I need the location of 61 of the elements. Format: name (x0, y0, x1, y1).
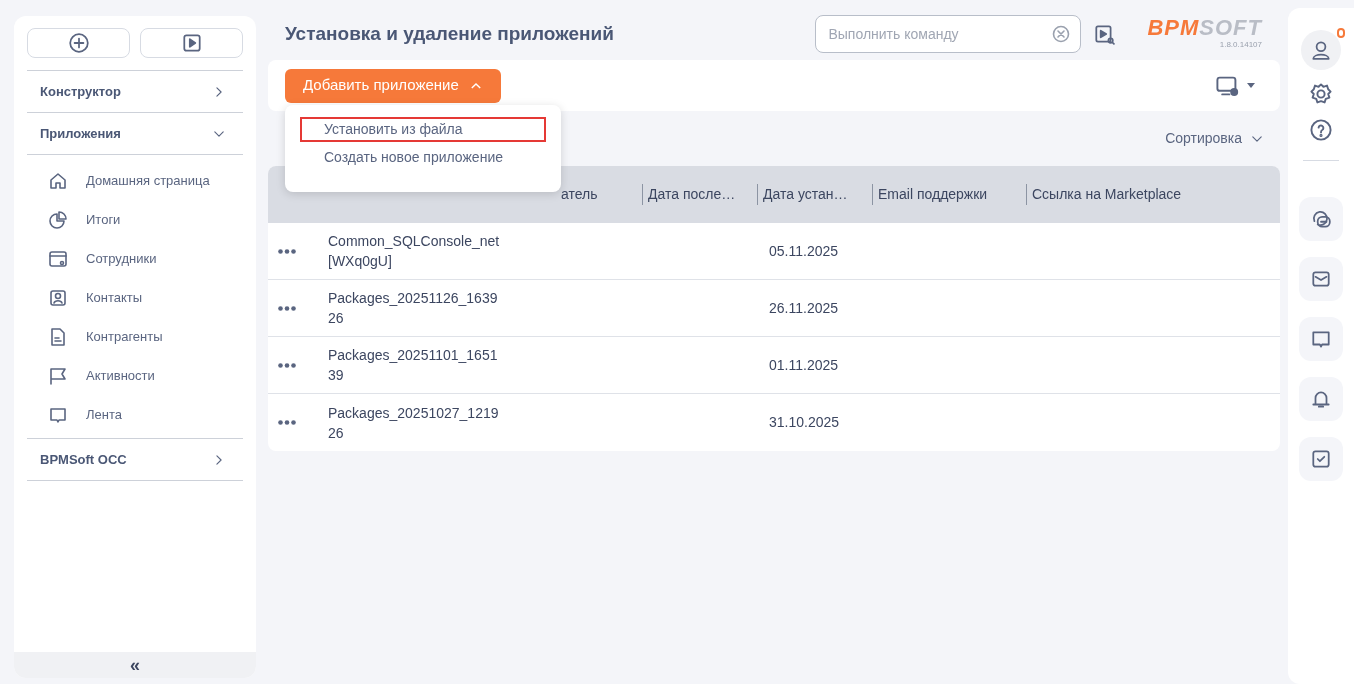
user-icon (1310, 39, 1332, 61)
version-text: 1.8.0.14107 (1219, 39, 1262, 51)
caret-icon (1247, 83, 1255, 88)
mail-button[interactable] (1299, 257, 1343, 301)
sidebar-section[interactable]: Конструктор (27, 71, 243, 113)
contact-card-icon (48, 287, 68, 308)
table-cell-text: Packages_20251126_1639 26 (328, 289, 498, 328)
checkbox-icon (1310, 448, 1332, 470)
more-icon (278, 362, 296, 368)
sort-button[interactable]: Сортировка (1165, 128, 1264, 149)
table-cell-text: 05.11.2025 (768, 241, 839, 261)
nav-item[interactable]: Контакты (27, 278, 243, 317)
column-header[interactable]: атель (561, 186, 598, 202)
more-icon (278, 420, 296, 425)
table-cell-text: Common_SQLConsole_net [WXq0gU] (328, 232, 500, 271)
pie-chart-icon (48, 209, 68, 230)
sidebar-section[interactable]: Приложения (27, 113, 243, 155)
logo: BPMSOFT (1147, 17, 1262, 39)
column-header[interactable]: Ссылка на Marketplace (1032, 184, 1182, 205)
nav-item[interactable]: Домашняя страница (27, 161, 243, 200)
video-search-icon (1093, 23, 1116, 45)
document-icon (48, 326, 68, 347)
flag-icon (48, 365, 68, 386)
play-button[interactable] (140, 28, 243, 58)
message-button[interactable] (1299, 317, 1343, 361)
chat-bubbles-icon (1310, 208, 1332, 230)
command-field[interactable]: Выполнить команду (815, 15, 1082, 53)
nav-item[interactable]: Сотрудники (27, 239, 243, 278)
help-icon (1309, 118, 1333, 142)
table-cell-text: 01.11.2025 (768, 355, 839, 375)
video-search-button[interactable] (1093, 23, 1116, 45)
page-title: Установка и удаление приложений (285, 21, 615, 46)
more-icon (278, 248, 296, 254)
table-cell-text: 26.11.2025 (768, 298, 839, 318)
nav-item[interactable]: Итоги (27, 200, 243, 239)
column-header[interactable]: Дата после… (648, 184, 736, 205)
sidebar-section[interactable]: BPMSoft OCC (27, 439, 243, 481)
nav-item[interactable]: Активности (27, 356, 243, 395)
menu-item[interactable]: Установить из файла (300, 117, 546, 142)
nav-item[interactable]: Лента (27, 395, 243, 434)
collapse-button[interactable]: « (14, 652, 256, 678)
play-icon (180, 32, 203, 54)
checkbox-button[interactable] (1299, 437, 1343, 481)
table-cell-text: 31.10.2025 (768, 413, 840, 432)
settings-button[interactable] (1309, 82, 1333, 106)
home-icon (48, 170, 68, 191)
column-header[interactable]: Дата устан… (763, 184, 848, 205)
column-header[interactable]: Email поддержки (878, 184, 988, 205)
settings-icon (1309, 82, 1333, 106)
menu-item[interactable]: Создать новое приложение (300, 142, 546, 172)
more-icon (278, 305, 296, 311)
table-cell-text: Packages_20251101_1651 39 (328, 346, 498, 385)
help-button[interactable] (1309, 118, 1333, 142)
table-cell-text: Packages_20251027_1219 26 (328, 403, 499, 443)
clear-icon (1051, 24, 1072, 44)
bell-button[interactable] (1299, 377, 1343, 421)
plus-circle-icon (67, 32, 90, 54)
nav-item[interactable]: Контрагенты (27, 317, 243, 356)
chat-bubbles-button[interactable] (1299, 197, 1343, 241)
calendar-user-icon (48, 248, 68, 269)
add-button[interactable] (27, 28, 130, 58)
